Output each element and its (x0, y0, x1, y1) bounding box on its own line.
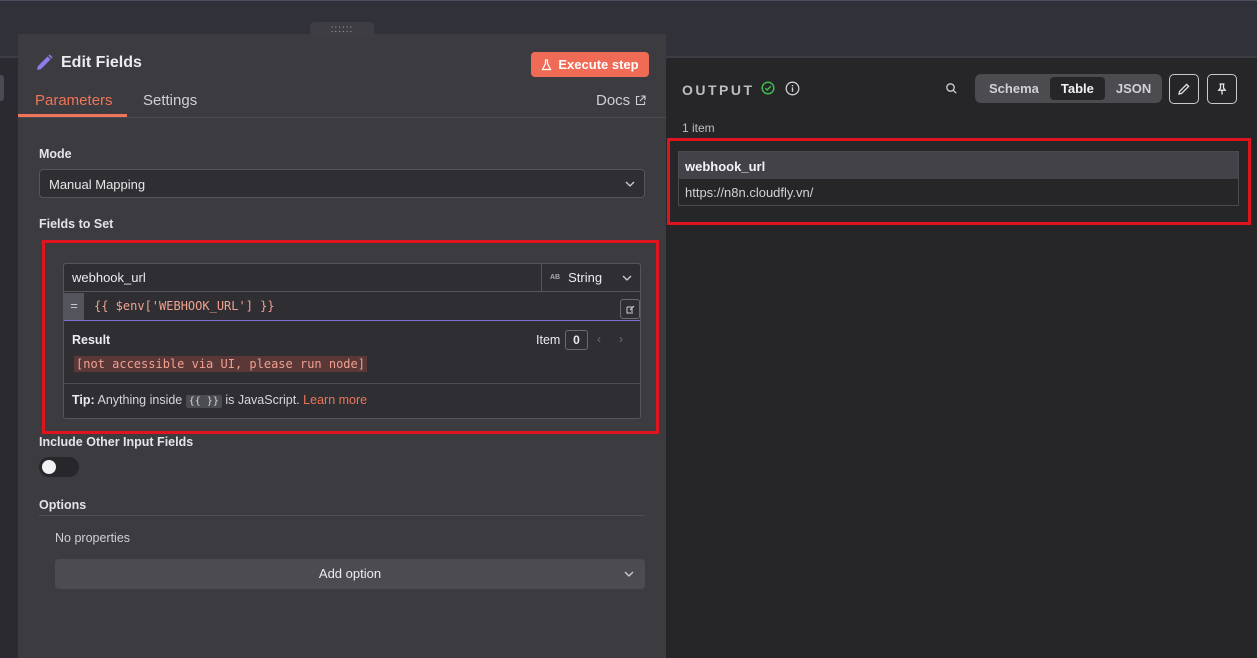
execute-step-label: Execute step (558, 57, 639, 72)
no-properties-text: No properties (55, 531, 131, 545)
pencil-icon (1178, 83, 1190, 95)
mode-label: Mode (39, 147, 72, 161)
active-tab-indicator (18, 114, 127, 117)
canvas-left-edge (0, 58, 18, 658)
pin-icon (1217, 83, 1227, 95)
view-table-button[interactable]: Table (1049, 77, 1105, 100)
tab-settings[interactable]: Settings (143, 92, 197, 109)
edit-output-button[interactable] (1169, 74, 1199, 104)
view-json-button[interactable]: JSON (1105, 77, 1162, 100)
highlight-box-fields (42, 240, 659, 434)
items-count: 1 item (682, 121, 715, 135)
options-label: Options (39, 498, 87, 512)
add-option-label: Add option (318, 566, 382, 581)
mode-select[interactable]: Manual Mapping (39, 169, 645, 198)
fields-to-set-label: Fields to Set (39, 217, 114, 231)
include-other-fields-label: Include Other Input Fields (39, 435, 194, 449)
toggle-knob (42, 460, 56, 474)
mode-value: Manual Mapping (49, 177, 146, 192)
view-switcher: Schema Table JSON (975, 74, 1162, 103)
tab-parameters[interactable]: Parameters (35, 92, 113, 109)
docs-label: Docs (596, 92, 631, 109)
canvas-left-handle (0, 75, 4, 101)
docs-link[interactable]: Docs (596, 92, 646, 109)
panel-header: Edit Fields Execute step Parameters Sett… (18, 34, 666, 118)
external-link-icon (636, 95, 646, 106)
include-other-fields-toggle[interactable] (39, 457, 79, 477)
info-icon[interactable] (785, 81, 800, 96)
check-circle-icon (761, 81, 775, 95)
chevron-down-icon (624, 571, 634, 577)
highlight-box-output (667, 138, 1251, 225)
view-schema-button[interactable]: Schema (978, 77, 1050, 100)
chevron-down-icon (625, 181, 635, 187)
add-option-button[interactable]: Add option (55, 559, 645, 589)
pin-data-button[interactable] (1207, 74, 1237, 104)
panel-title: Edit Fields (61, 54, 142, 71)
panel-drag-handle[interactable]: :::::: (310, 22, 374, 38)
options-divider (39, 515, 645, 516)
search-icon[interactable] (945, 82, 958, 95)
flask-icon (541, 58, 552, 70)
output-title: OUTPUT (682, 82, 755, 98)
pencil-icon (37, 54, 53, 70)
execute-step-button[interactable]: Execute step (531, 52, 649, 77)
